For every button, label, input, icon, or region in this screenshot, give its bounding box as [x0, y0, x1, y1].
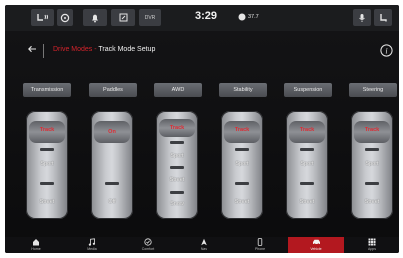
selector-notch: [300, 182, 314, 185]
temperature-readout: 37.7: [238, 13, 259, 21]
transmission-option-track[interactable]: Track: [29, 127, 65, 133]
nav-label: Comfort: [141, 247, 155, 251]
temperature-icon: [238, 13, 246, 21]
passenger-seat-button[interactable]: [374, 9, 392, 26]
nav-home[interactable]: Home: [8, 237, 64, 253]
stability-selector[interactable]: Track Sport Street: [221, 111, 263, 219]
suspension-option-track[interactable]: Track: [289, 127, 325, 133]
selector-notch: [170, 141, 184, 144]
tab-steering[interactable]: Steering: [349, 83, 397, 97]
nav-label: Apps: [368, 247, 376, 251]
selector-notch: [300, 148, 314, 151]
steering-heat-button[interactable]: [57, 9, 73, 26]
seat-heat-button[interactable]: [31, 9, 54, 26]
awd-option-street[interactable]: Street: [159, 177, 195, 183]
steering-option-sport[interactable]: Sport: [354, 161, 390, 167]
navigation-arrow-icon: [201, 238, 207, 246]
nav-label: Media: [87, 247, 97, 251]
breadcrumb-parent[interactable]: Drive Modes: [53, 46, 92, 53]
compass-icon: [119, 13, 127, 22]
compass-button[interactable]: [111, 9, 135, 26]
status-bar: DVR 3:29 37.7: [5, 5, 399, 31]
voice-button[interactable]: [353, 9, 371, 26]
phone-icon: [257, 238, 263, 246]
transmission-option-street[interactable]: Street: [29, 199, 65, 205]
steering-option-street[interactable]: Street: [354, 199, 390, 205]
bottom-nav: Home Media Comfort Nav Phone Vehicle App…: [5, 237, 399, 253]
awd-option-snow[interactable]: Snow: [159, 201, 195, 207]
selector-notch: [40, 148, 54, 151]
tab-transmission[interactable]: Transmission: [23, 83, 71, 97]
comfort-icon: [144, 238, 152, 246]
nav-comfort[interactable]: Comfort: [120, 237, 176, 253]
media-source-label: DVR: [144, 14, 156, 21]
transmission-selector[interactable]: Track Sport Street: [26, 111, 68, 219]
tab-paddles[interactable]: Paddles: [89, 83, 137, 97]
microphone-icon: [359, 13, 365, 22]
heated-seat-icon: [36, 13, 48, 21]
selector-notch: [365, 182, 379, 185]
suspension-selector[interactable]: Track Sport Street: [286, 111, 328, 219]
nav-phone[interactable]: Phone: [232, 237, 288, 253]
bell-icon: [92, 14, 98, 22]
nav-media[interactable]: Media: [64, 237, 120, 253]
info-icon: i: [380, 44, 393, 57]
steering-option-track[interactable]: Track: [354, 127, 390, 133]
paddles-option-off[interactable]: Off: [94, 199, 130, 205]
stability-option-street[interactable]: Street: [224, 199, 260, 205]
tab-awd[interactable]: AWD: [154, 83, 202, 97]
vehicle-icon: [312, 239, 320, 246]
clock: 3:29: [195, 10, 218, 22]
awd-option-track[interactable]: Track: [159, 125, 195, 131]
header-divider: [43, 44, 44, 58]
svg-text:i: i: [385, 46, 387, 55]
stability-option-track[interactable]: Track: [224, 127, 260, 133]
awd-selector[interactable]: Track Sport Street Snow: [156, 111, 198, 219]
suspension-option-sport[interactable]: Sport: [289, 161, 325, 167]
apps-grid-icon: [368, 238, 376, 246]
nav-label: Nav: [200, 247, 208, 251]
info-button[interactable]: i: [379, 43, 394, 58]
steering-selector[interactable]: Track Sport Street: [351, 111, 393, 219]
selector-notch: [170, 191, 184, 194]
nav-navigation[interactable]: Nav: [176, 237, 232, 253]
tab-stability[interactable]: Stability: [219, 83, 267, 97]
head-unit-screen: DVR 3:29 37.7 Drive Modes - Track Mode S…: [5, 5, 399, 253]
music-note-icon: [88, 238, 95, 246]
temperature-value: 37.7: [248, 14, 259, 20]
nav-label: Home: [31, 247, 41, 251]
back-button[interactable]: [27, 44, 37, 54]
selector-notch: [105, 182, 119, 185]
awd-option-sport[interactable]: Sport: [159, 153, 195, 159]
steering-wheel-icon: [60, 13, 70, 22]
paddles-option-on[interactable]: On: [94, 129, 130, 135]
breadcrumb-current: Track Mode Setup: [98, 46, 156, 53]
notifications-button[interactable]: [83, 9, 107, 26]
suspension-option-street[interactable]: Street: [289, 199, 325, 205]
tab-suspension[interactable]: Suspension: [284, 83, 332, 97]
nav-label: Vehicle: [310, 247, 322, 251]
seat-icon: [380, 13, 387, 21]
home-icon: [33, 239, 39, 246]
media-source-button[interactable]: DVR: [139, 9, 161, 26]
transmission-option-sport[interactable]: Sport: [29, 161, 65, 167]
stability-option-sport[interactable]: Sport: [224, 161, 260, 167]
selector-notch: [40, 182, 54, 185]
selector-notch: [235, 148, 249, 151]
nav-vehicle[interactable]: Vehicle: [288, 237, 344, 253]
selector-notch: [235, 182, 249, 185]
nav-label: Phone: [254, 247, 266, 251]
paddles-selector[interactable]: On Off: [91, 111, 133, 219]
nav-apps[interactable]: Apps: [344, 237, 399, 253]
page-title: Drive Modes - Track Mode Setup: [53, 46, 155, 53]
selector-notch: [365, 148, 379, 151]
back-arrow-icon: [28, 45, 36, 53]
selector-notch: [170, 166, 184, 169]
